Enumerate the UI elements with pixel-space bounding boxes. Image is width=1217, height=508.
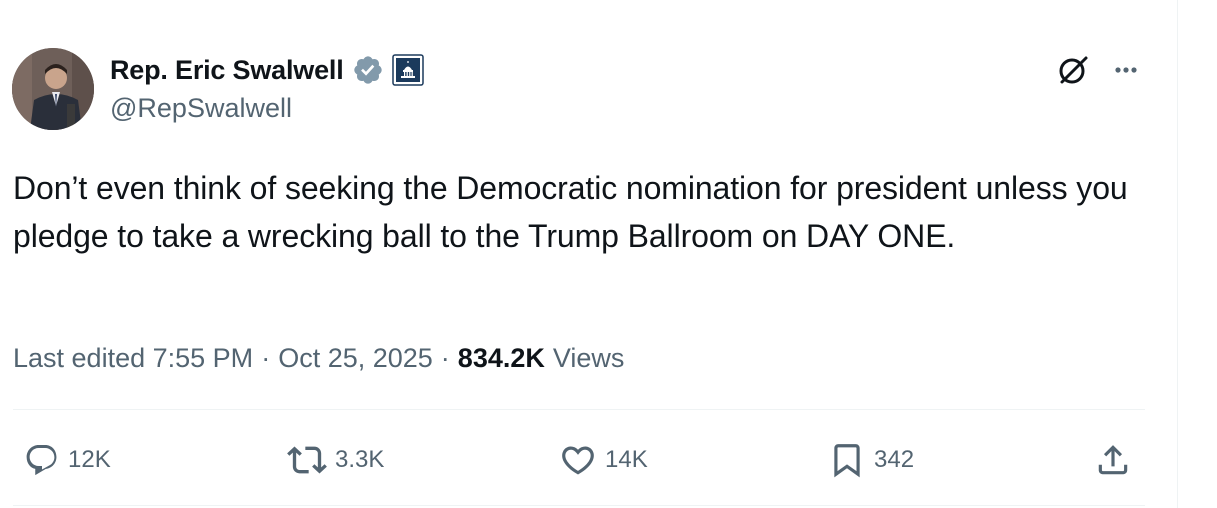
author-display-name[interactable]: Rep. Eric Swalwell bbox=[110, 55, 344, 86]
like-count: 14K bbox=[605, 446, 648, 473]
views-count[interactable]: 834.2K bbox=[458, 343, 545, 374]
author-handle[interactable]: @RepSwalwell bbox=[110, 93, 292, 124]
meta-separator: · bbox=[261, 342, 271, 373]
heart-icon bbox=[562, 446, 594, 475]
meta-separator: · bbox=[440, 342, 450, 373]
us-government-capitol-icon[interactable] bbox=[391, 54, 424, 86]
bookmark-button[interactable]: 342 bbox=[828, 440, 914, 480]
divider bbox=[13, 409, 1145, 410]
repost-arrows-icon bbox=[287, 446, 327, 474]
divider-bottom bbox=[13, 505, 1145, 506]
like-button[interactable]: 14K bbox=[559, 440, 648, 480]
share-button[interactable] bbox=[1094, 440, 1132, 480]
tweet-meta: Last edited 7:55 PM · Oct 25, 2025 · 834.2K V… bbox=[13, 338, 624, 378]
share-upload-icon bbox=[1098, 445, 1128, 475]
column-divider bbox=[1177, 0, 1178, 508]
reply-bubble-icon bbox=[26, 445, 57, 476]
tweet-text: Don’t even think of seeking the Democrat… bbox=[13, 170, 1128, 254]
user-avatar-photo-icon bbox=[12, 48, 94, 130]
edited-label[interactable]: Last edited bbox=[13, 343, 145, 374]
grok-slash-circle-icon[interactable] bbox=[1055, 52, 1091, 88]
views-label: Views bbox=[552, 342, 625, 373]
tweet-time[interactable]: 7:55 PM bbox=[153, 343, 254, 374]
reply-button[interactable]: 12K bbox=[24, 440, 111, 480]
tweet-date[interactable]: Oct 25, 2025 bbox=[278, 343, 433, 374]
author-name-row: Rep. Eric Swalwell bbox=[110, 52, 424, 88]
verified-badge-icon[interactable] bbox=[352, 54, 384, 86]
bookmark-icon bbox=[834, 444, 860, 478]
repost-button[interactable]: 3.3K bbox=[287, 440, 384, 480]
author-avatar[interactable] bbox=[12, 48, 94, 130]
bookmark-count: 342 bbox=[874, 446, 915, 473]
reply-count: 12K bbox=[68, 446, 111, 473]
more-horizontal-icon[interactable] bbox=[1108, 52, 1144, 88]
repost-count: 3.3K bbox=[335, 446, 385, 473]
